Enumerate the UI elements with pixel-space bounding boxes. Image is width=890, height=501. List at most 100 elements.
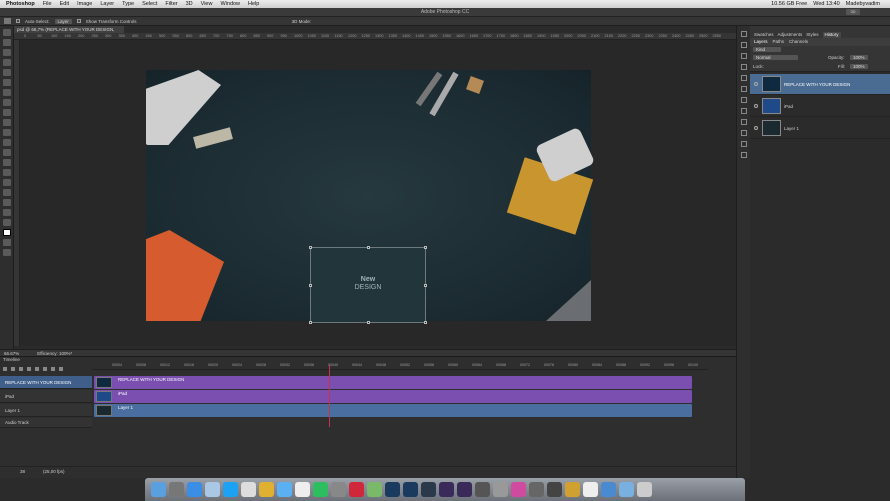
history-icon[interactable]: [741, 31, 747, 37]
3d-icon[interactable]: [741, 119, 747, 125]
menu-select[interactable]: Select: [142, 1, 157, 7]
menu-window[interactable]: Window: [220, 1, 240, 7]
app-icon[interactable]: [331, 482, 346, 497]
marquee-tool-icon[interactable]: [3, 39, 11, 46]
pen-tool-icon[interactable]: [3, 169, 11, 176]
playhead[interactable]: [329, 365, 330, 427]
track-label-layer1[interactable]: Layer 1: [0, 404, 92, 417]
after-effects-cc-icon[interactable]: [457, 482, 472, 497]
notes-app-icon[interactable]: [583, 482, 598, 497]
opacity-input[interactable]: 100%: [850, 55, 868, 60]
transition-icon[interactable]: [59, 366, 63, 371]
transform-handle-tr[interactable]: [424, 246, 427, 249]
history-brush-tool-icon[interactable]: [3, 119, 11, 126]
trash-icon[interactable]: [637, 482, 652, 497]
lightroom-icon[interactable]: [421, 482, 436, 497]
auto-select-dropdown[interactable]: Layer: [54, 18, 72, 24]
menu-help[interactable]: Help: [248, 1, 259, 7]
audio-icon[interactable]: [35, 366, 39, 371]
blend-mode-dropdown[interactable]: Normal: [753, 55, 798, 60]
first-frame-icon[interactable]: [3, 366, 7, 371]
safari-icon[interactable]: [187, 482, 202, 497]
crop-tool-icon[interactable]: [3, 69, 11, 76]
layer-row-layer1[interactable]: Layer 1: [750, 118, 890, 139]
character-icon[interactable]: [741, 64, 747, 70]
auto-select-checkbox[interactable]: [16, 19, 20, 23]
shape-tool-icon[interactable]: [3, 199, 11, 206]
layer-row-ipad[interactable]: iPad: [750, 96, 890, 117]
show-transform-checkbox[interactable]: [76, 19, 81, 23]
histogram-icon[interactable]: [741, 130, 747, 136]
eraser-tool-icon[interactable]: [3, 129, 11, 136]
photos-icon[interactable]: [241, 482, 256, 497]
type-tool-icon[interactable]: [3, 179, 11, 186]
opera-icon[interactable]: [349, 482, 364, 497]
disk-free-status[interactable]: 10.56 GB Free: [771, 1, 807, 7]
info-icon[interactable]: [741, 53, 747, 59]
dodge-tool-icon[interactable]: [3, 159, 11, 166]
photoshop-cs-icon[interactable]: [403, 482, 418, 497]
clone-source-icon[interactable]: [741, 97, 747, 103]
brush-icon[interactable]: [741, 86, 747, 92]
layer-row-replace[interactable]: REPLACE WITH YOUR DESIGN: [750, 74, 890, 95]
menu-image[interactable]: Image: [77, 1, 92, 7]
menu-layer[interactable]: Layer: [100, 1, 114, 7]
downloads-folder-icon[interactable]: [619, 482, 634, 497]
photoshop-icon[interactable]: [385, 482, 400, 497]
path-select-tool-icon[interactable]: [3, 189, 11, 196]
move-tool-icon[interactable]: [4, 18, 11, 24]
brush-tool-icon[interactable]: [3, 99, 11, 106]
healing-brush-tool-icon[interactable]: [3, 89, 11, 96]
clip-ipad[interactable]: iPad: [94, 390, 692, 403]
next-frame-icon[interactable]: [27, 366, 31, 371]
finder-icon[interactable]: [151, 482, 166, 497]
clip-layer1[interactable]: Layer 1: [94, 404, 692, 417]
track-label-ipad[interactable]: iPad: [0, 390, 92, 403]
itunes-icon[interactable]: [277, 482, 292, 497]
actions-icon[interactable]: [741, 108, 747, 114]
transform-handle-br[interactable]: [424, 321, 427, 324]
dropbox-icon[interactable]: [529, 482, 544, 497]
transform-handle-ml[interactable]: [309, 284, 312, 287]
clip-replace[interactable]: REPLACE WITH YOUR DESIGN: [94, 376, 692, 389]
visibility-eye-icon[interactable]: [754, 126, 758, 130]
clock[interactable]: Wed 13:40: [813, 1, 840, 7]
menu-filter[interactable]: Filter: [165, 1, 177, 7]
system-prefs-icon[interactable]: [493, 482, 508, 497]
transform-handle-mr[interactable]: [424, 284, 427, 287]
tab-layers[interactable]: Layers: [754, 39, 768, 46]
audio-track-label[interactable]: Audio Track: [0, 418, 92, 428]
settings-icon[interactable]: [43, 366, 47, 371]
game-icon[interactable]: [565, 482, 580, 497]
itunes-music-icon[interactable]: [511, 482, 526, 497]
navigator-icon[interactable]: [741, 141, 747, 147]
transform-handle-tc[interactable]: [367, 246, 370, 249]
gradient-tool-icon[interactable]: [3, 139, 11, 146]
workspace-switcher[interactable]: 3D: [846, 9, 860, 15]
wifi-app-icon[interactable]: [547, 482, 562, 497]
menu-edit[interactable]: Edit: [60, 1, 69, 7]
visibility-eye-icon[interactable]: [754, 82, 758, 86]
launchpad-icon[interactable]: [169, 482, 184, 497]
color-swatch-icon[interactable]: [3, 229, 11, 236]
clone-stamp-tool-icon[interactable]: [3, 109, 11, 116]
quick-mask-icon[interactable]: [3, 239, 11, 246]
zoom-tool-icon[interactable]: [3, 219, 11, 226]
blur-tool-icon[interactable]: [3, 149, 11, 156]
screen-mode-icon[interactable]: [3, 249, 11, 256]
hand-tool-icon[interactable]: [3, 209, 11, 216]
timer-icon[interactable]: [475, 482, 490, 497]
tab-channels[interactable]: Channels: [789, 39, 808, 46]
transform-handle-bl[interactable]: [309, 321, 312, 324]
kind-filter-dropdown[interactable]: Kind: [753, 47, 781, 52]
tab-paths[interactable]: Paths: [773, 39, 785, 46]
lasso-tool-icon[interactable]: [3, 49, 11, 56]
after-effects-icon[interactable]: [439, 482, 454, 497]
timeline-ruler[interactable]: 00004 00008 00012 00016 00020 00024 00028 00032…: [92, 362, 708, 370]
menu-app-name[interactable]: Photoshop: [6, 1, 35, 7]
transform-handle-bc[interactable]: [367, 321, 370, 324]
track-label-replace[interactable]: REPLACE WITH YOUR DESIGN: [0, 376, 92, 389]
menu-type[interactable]: Type: [122, 1, 134, 7]
split-icon[interactable]: [51, 366, 55, 371]
menu-file[interactable]: File: [43, 1, 52, 7]
